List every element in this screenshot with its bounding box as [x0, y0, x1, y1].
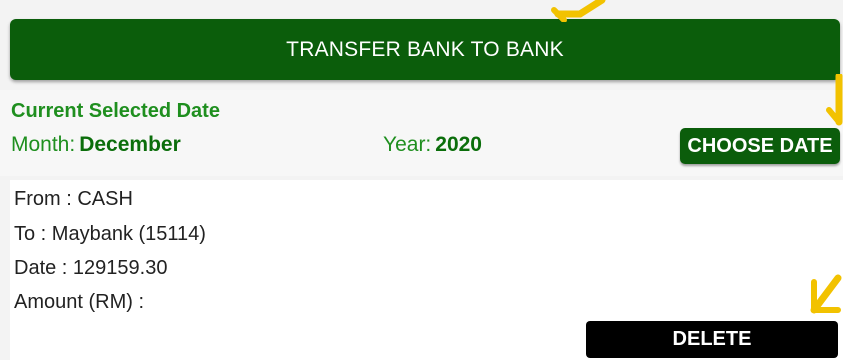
transfer-title-label: TRANSFER BANK TO BANK — [286, 37, 564, 61]
choose-date-button[interactable]: CHOOSE DATE — [680, 128, 840, 164]
year-label: Year: — [383, 133, 432, 156]
choose-date-label: CHOOSE DATE — [687, 134, 833, 157]
annotation-arrow-icon — [551, 0, 606, 22]
date-text: Date : 129159.30 — [14, 257, 168, 279]
month-field: Month: December — [11, 133, 181, 157]
from-text: From : CASH — [14, 188, 133, 210]
current-selected-date-label: Current Selected Date — [11, 100, 220, 122]
year-field: Year: 2020 — [383, 133, 482, 157]
annotation-arrow-icon — [826, 74, 843, 126]
transfer-bank-to-bank-button[interactable]: TRANSFER BANK TO BANK — [10, 19, 840, 80]
delete-label: DELETE — [672, 328, 752, 350]
annotation-arrow-icon — [810, 274, 842, 314]
month-label: Month: — [11, 133, 76, 156]
delete-button[interactable]: DELETE — [586, 321, 838, 358]
year-value: 2020 — [435, 133, 482, 156]
amount-text: Amount (RM) : — [14, 291, 145, 313]
month-value: December — [79, 133, 181, 156]
to-text: To : Maybank (15114) — [14, 223, 206, 245]
